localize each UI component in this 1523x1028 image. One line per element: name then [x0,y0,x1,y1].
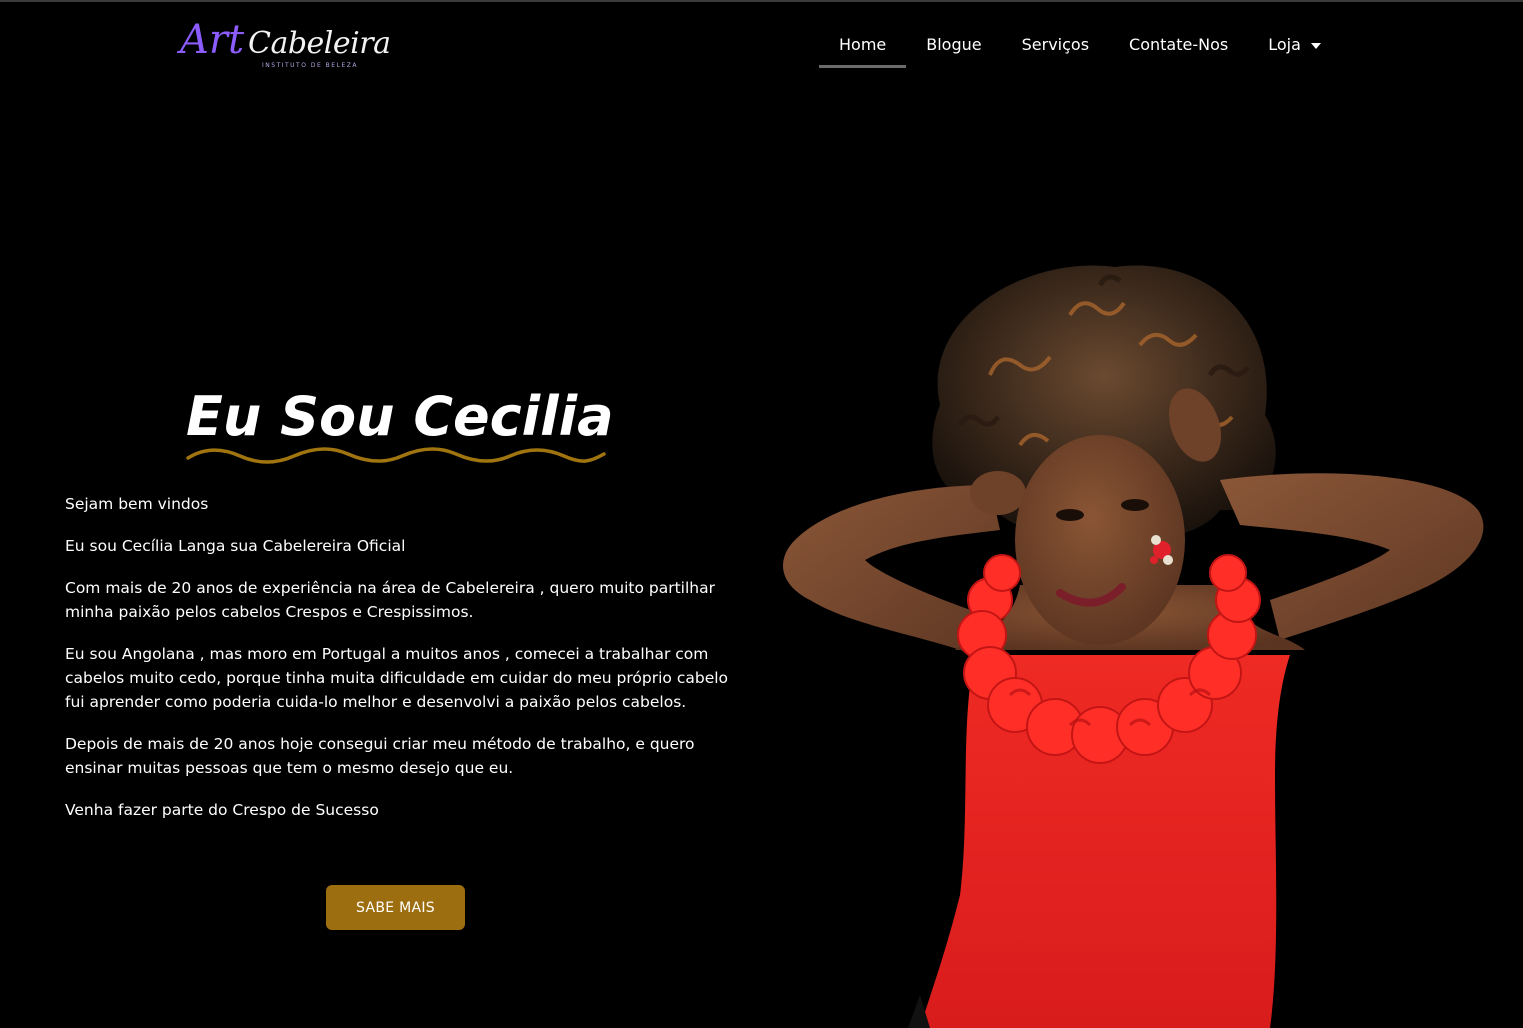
site-logo[interactable]: Art Cabeleira INSTITUTO DE BELEZA [178,16,391,74]
intro-paragraph: Eu sou Cecília Langa sua Cabelereira Ofi… [65,537,406,555]
nav-label: Blogue [926,35,982,54]
intro-paragraph: Eu sou Angolana , mas moro em Portugal a… [65,645,729,711]
nav-item-loja[interactable]: Loja [1248,28,1341,68]
intro-paragraph: Depois de mais de 20 anos hoje consegui … [65,735,695,777]
nav-item-contate-nos[interactable]: Contate-Nos [1109,28,1248,68]
logo-cabeleira-text: Cabeleira [248,26,391,61]
intro-paragraph: Com mais de 20 anos de experiência na ár… [65,579,715,621]
nav-item-home[interactable]: Home [819,28,907,68]
title-underline-squiggle [186,447,606,464]
portrait-photo [783,265,1484,1028]
logo-subtitle: INSTITUTO DE BELEZA [262,62,358,69]
intro-text: Sejam bem vindos Eu sou Cecília Langa su… [65,492,730,840]
nav-label: Loja [1268,35,1301,54]
nav-item-servicos[interactable]: Serviços [1002,28,1109,68]
main-nav: Home Blogue Serviços Contate-Nos Loja [819,28,1341,70]
nav-label: Contate-Nos [1129,35,1229,54]
sabe-mais-button[interactable]: SABE MAIS [326,885,465,930]
nav-label: Home [839,35,887,54]
intro-paragraph: Sejam bem vindos [65,495,209,513]
caret-down-icon [1310,43,1321,49]
intro-paragraph: Venha fazer parte do Crespo de Sucesso [65,801,379,819]
top-border [0,0,1523,2]
logo-art-text: Art [180,17,245,63]
nav-label: Serviços [1021,35,1090,54]
nav-item-blogue[interactable]: Blogue [906,28,1001,68]
